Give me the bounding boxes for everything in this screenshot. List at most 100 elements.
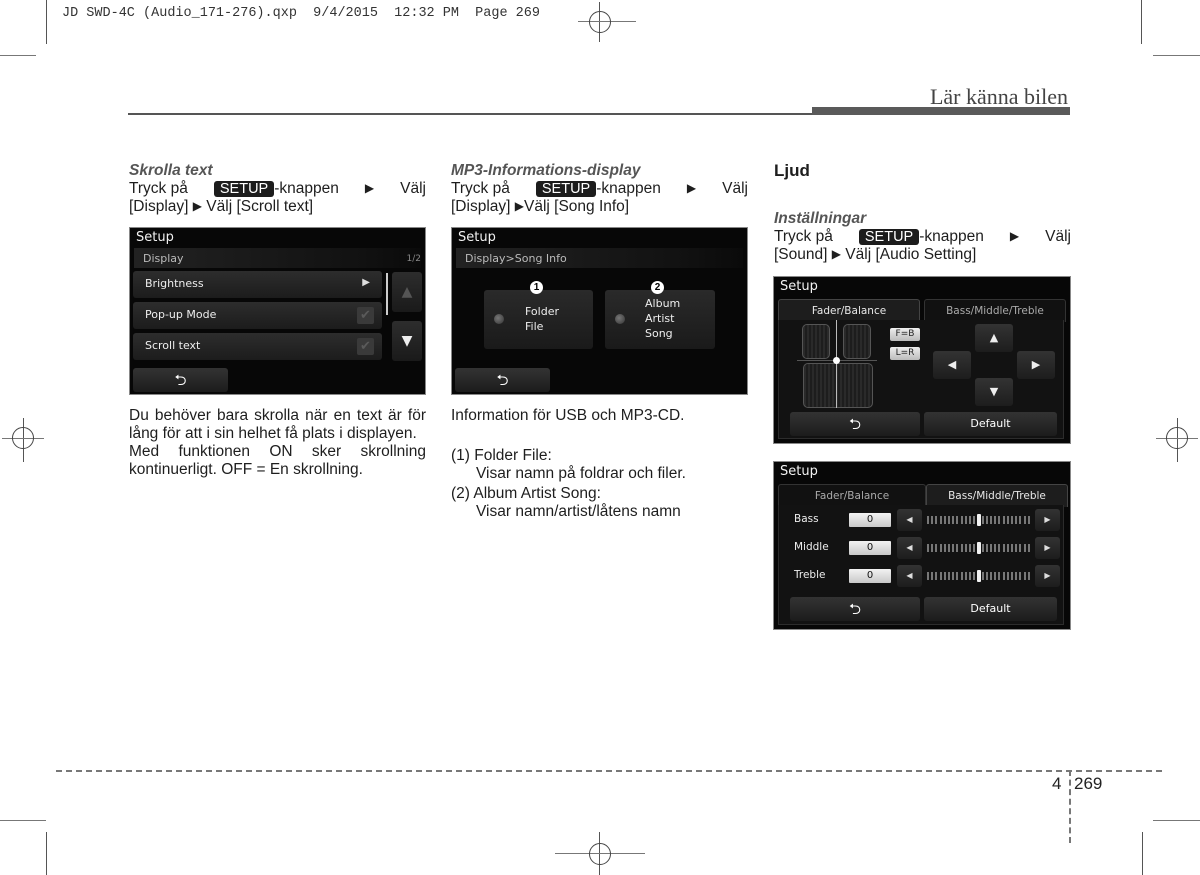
list-item-popup-mode[interactable]: Pop-up Mode ✔: [133, 302, 382, 329]
back-button[interactable]: ⮌: [455, 368, 550, 392]
slider-tick: [956, 544, 959, 552]
slider-tick: [935, 544, 938, 552]
slider-knob[interactable]: [977, 542, 981, 554]
list-item-scroll-text[interactable]: Scroll text ✔: [133, 333, 382, 360]
tab-bass-middle-treble[interactable]: Bass/Middle/Treble: [924, 299, 1066, 322]
slider-tick: [939, 516, 942, 524]
radio-button[interactable]: [494, 314, 504, 324]
slider-tick: [998, 544, 1001, 552]
song-info-description: Information för USB och MP3-CD. (1) Fold…: [451, 407, 748, 521]
crop-mark: [46, 0, 47, 44]
fader-balance-point[interactable]: [833, 357, 840, 364]
slider-tick: [990, 572, 992, 580]
slider-tick: [964, 544, 967, 552]
list-item-brightness[interactable]: Brightness ▶: [133, 271, 382, 298]
scroll-down-button[interactable]: ▼: [392, 321, 422, 361]
subheading: MP3-Informations-display: [451, 162, 641, 179]
setup-key-badge: SETUP: [213, 181, 275, 197]
balance-axis: [836, 320, 837, 408]
slider-tick: [939, 544, 942, 552]
slider-tick: [939, 572, 942, 580]
slider-tick: [1023, 572, 1026, 580]
crop-mark: [0, 55, 36, 56]
balance-center-button[interactable]: L=R: [890, 347, 920, 360]
eq-increase-button[interactable]: ▶: [1035, 509, 1060, 531]
slider-tick: [973, 516, 976, 524]
slider-tick: [973, 572, 976, 580]
default-button[interactable]: Default: [924, 597, 1057, 621]
header-rule: [128, 113, 812, 115]
eq-slider[interactable]: [925, 565, 1033, 587]
slider-tick: [1011, 516, 1013, 524]
slider-tick: [998, 572, 1001, 580]
checkbox-icon[interactable]: ✔: [357, 338, 374, 355]
eq-decrease-button[interactable]: ◀: [897, 537, 922, 559]
slider-knob[interactable]: [977, 514, 981, 526]
slider-tick: [943, 572, 946, 580]
slider-tick: [1002, 516, 1005, 524]
eq-slider[interactable]: [925, 509, 1033, 531]
play-arrow-icon: ▶: [362, 277, 370, 288]
balance-right-button[interactable]: ▶: [1017, 351, 1055, 379]
slider-tick: [985, 572, 988, 580]
instruction-line: Tryck på SETUP -knappen ▶ Välj: [774, 228, 1071, 245]
slider-tick: [1006, 544, 1009, 552]
option-folder-file[interactable]: Folder File: [484, 290, 593, 349]
crop-mark: [1141, 0, 1142, 44]
crop-mark: [1142, 832, 1143, 875]
radio-button[interactable]: [615, 314, 625, 324]
back-button[interactable]: ⮌: [133, 368, 228, 392]
fader-up-button[interactable]: ▲: [975, 324, 1013, 352]
slider-tick: [994, 572, 997, 580]
list-item: (1) Folder File: Visar namn på foldrar o…: [451, 447, 686, 482]
screen-title: Setup: [780, 464, 818, 479]
slider-tick: [948, 572, 950, 580]
slider-tick: [943, 516, 946, 524]
slider-tick: [1023, 544, 1026, 552]
back-button[interactable]: ⮌: [790, 412, 920, 436]
column-scroll-text: Skrolla text Tryck på SETUP -knappen ▶ Vä…: [129, 162, 426, 216]
screen-bass-middle-treble: Setup Fader/Balance Bass/Middle/Treble B…: [773, 461, 1071, 630]
slider-tick: [969, 516, 971, 524]
slider-tick: [990, 516, 992, 524]
screen-subtitle: Display: [143, 252, 184, 265]
slider-tick: [952, 544, 955, 552]
slider-tick: [1011, 572, 1013, 580]
eq-decrease-button[interactable]: ◀: [897, 509, 922, 531]
instruction-line: [Display] ▶ Välj [Scroll text]: [129, 198, 314, 215]
eq-increase-button[interactable]: ▶: [1035, 565, 1060, 587]
slider-tick: [1019, 516, 1022, 524]
slider-knob[interactable]: [977, 570, 981, 582]
crop-mark: [0, 820, 46, 821]
back-button[interactable]: ⮌: [790, 597, 920, 621]
arrow-right-icon: ▶: [514, 199, 524, 213]
eq-increase-button[interactable]: ▶: [1035, 537, 1060, 559]
balance-left-button[interactable]: ◀: [933, 351, 971, 379]
slider-tick: [998, 516, 1001, 524]
slider-tick: [1002, 544, 1005, 552]
fader-center-button[interactable]: F=B: [890, 328, 920, 341]
tab-fader-balance[interactable]: Fader/Balance: [778, 299, 920, 322]
slider-tick: [948, 516, 950, 524]
registration-mark-right: [1154, 418, 1200, 462]
checkbox-icon[interactable]: ✔: [357, 307, 374, 324]
screen-fader-balance: Setup Fader/Balance Bass/Middle/Treble F…: [773, 276, 1071, 444]
scroll-up-button[interactable]: ▲: [392, 272, 422, 312]
slider-tick: [931, 544, 934, 552]
slider-tick: [1006, 572, 1009, 580]
front-left-seat-icon: [802, 324, 830, 359]
chapter-number: 4: [1052, 774, 1062, 793]
slider-tick: [927, 516, 929, 524]
slider-tick: [1011, 544, 1013, 552]
scrollbar[interactable]: [386, 273, 388, 315]
fader-down-button[interactable]: ▼: [975, 378, 1013, 406]
eq-decrease-button[interactable]: ◀: [897, 565, 922, 587]
tab-bass-middle-treble[interactable]: Bass/Middle/Treble: [926, 484, 1068, 507]
eq-label: Bass: [794, 513, 819, 525]
eq-value: 0: [849, 541, 891, 555]
eq-slider[interactable]: [925, 537, 1033, 559]
default-button[interactable]: Default: [924, 412, 1057, 436]
slider-tick: [985, 516, 988, 524]
option-album-artist-song[interactable]: Album Artist Song: [605, 290, 715, 349]
tab-fader-balance[interactable]: Fader/Balance: [778, 484, 926, 507]
